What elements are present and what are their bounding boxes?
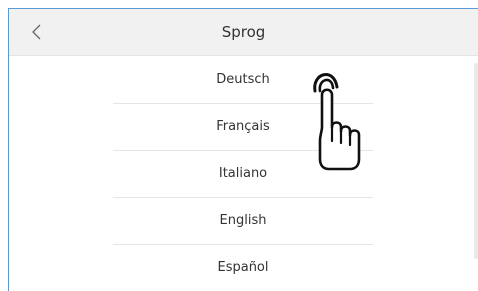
- language-screen: Sprog Deutsch Français Italiano English …: [8, 8, 478, 291]
- header-bar: Sprog: [9, 9, 478, 56]
- language-item-deutsch[interactable]: Deutsch: [113, 56, 373, 104]
- language-list: Deutsch Français Italiano English Españo…: [9, 56, 478, 291]
- page-title: Sprog: [221, 23, 266, 41]
- scrollbar[interactable]: [474, 63, 478, 259]
- language-item-francais[interactable]: Français: [113, 103, 373, 151]
- language-item-espanol[interactable]: Español: [113, 244, 373, 291]
- language-item-italiano[interactable]: Italiano: [113, 150, 373, 198]
- language-item-english[interactable]: English: [113, 197, 373, 245]
